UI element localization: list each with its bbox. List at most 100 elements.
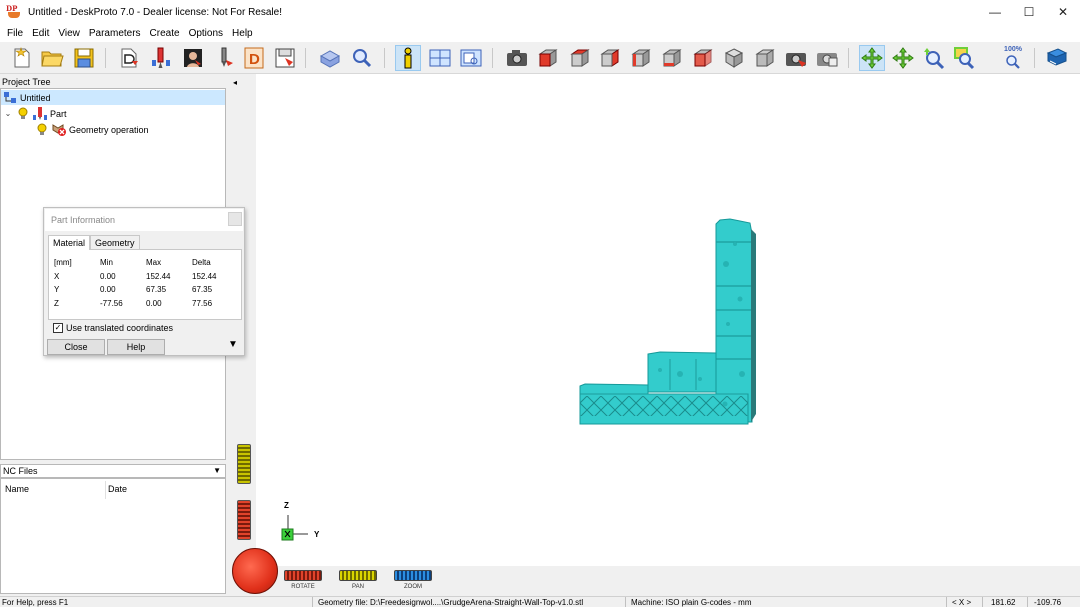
new-project-button[interactable] (9, 45, 35, 71)
tool-button[interactable] (211, 45, 237, 71)
menu-create[interactable]: Create (147, 28, 186, 39)
view-iso-icon (724, 48, 744, 68)
layout-icon (429, 49, 451, 67)
nc-column-name[interactable]: Name (5, 484, 29, 494)
camera-button[interactable] (504, 45, 530, 71)
pan-dial-label: PAN (352, 584, 364, 590)
status-coord-x: 181.62 (991, 598, 1016, 607)
rotate-dial[interactable] (284, 570, 322, 581)
tool-icon (221, 47, 233, 67)
menu-view[interactable]: View (55, 28, 86, 39)
view-front-button[interactable] (535, 45, 561, 71)
pan-dial[interactable] (339, 570, 377, 581)
row-min: 0.00 (100, 272, 116, 281)
close-dialog-button[interactable]: Close (47, 339, 105, 355)
axis-z-label: Z (284, 501, 289, 510)
zoom-window-button[interactable] (952, 45, 978, 71)
row-max: 67.35 (146, 285, 167, 294)
view-right-button[interactable] (597, 45, 623, 71)
expand-dialog-icon[interactable]: ▼ (228, 339, 238, 350)
zoom-tool-icon (924, 48, 945, 70)
zoom-part-button[interactable] (349, 45, 375, 71)
layout-button[interactable] (427, 45, 453, 71)
menu-edit[interactable]: Edit (29, 28, 55, 39)
print-button[interactable] (814, 45, 840, 71)
maximize-button[interactable]: ☐ (1012, 0, 1046, 24)
zoom-100-label: 100% (1004, 45, 1022, 53)
nc-files-header[interactable]: NC Files ▼ (0, 464, 226, 478)
vertical-rotate-dial[interactable] (237, 500, 251, 540)
drawing-button[interactable]: D (241, 45, 267, 71)
tab-geometry[interactable]: Geometry (90, 235, 140, 249)
snapshot-button[interactable] (783, 45, 809, 71)
view-top-button[interactable] (567, 45, 593, 71)
rotate-tool-button[interactable] (859, 45, 885, 71)
save-project-button[interactable] (71, 45, 97, 71)
expand-chevron-icon[interactable]: ⌄ (3, 109, 13, 118)
view-bottom-button[interactable] (659, 45, 685, 71)
nc-files-dropdown-icon[interactable]: ▼ (213, 465, 221, 477)
header-delta: Delta (192, 258, 211, 267)
menu-options[interactable]: Options (186, 28, 229, 39)
bitmap-icon (184, 49, 202, 67)
row-delta: 77.56 (192, 299, 213, 308)
save-project-icon (74, 48, 94, 68)
close-button[interactable]: ✕ (1046, 0, 1080, 24)
simulation-button[interactable] (317, 45, 343, 71)
tree-item-untitled[interactable]: Untitled (1, 90, 225, 105)
simulation-icon (319, 50, 341, 68)
menu-parameters[interactable]: Parameters (86, 28, 147, 39)
view-screen-icon (460, 49, 482, 67)
view-screen-button[interactable] (458, 45, 484, 71)
new-project-icon (14, 47, 30, 68)
vertical-pan-dial[interactable] (237, 444, 251, 484)
bitmap-button[interactable] (180, 45, 206, 71)
help-dialog-button[interactable]: Help (107, 339, 165, 355)
rotate-tool-icon (861, 47, 883, 69)
translated-coords-checkbox[interactable]: ✓ (53, 323, 63, 333)
deskproto-logo-icon: DP (6, 4, 22, 19)
tree-item-part[interactable]: ⌄ Part (3, 106, 67, 121)
view-back-icon (693, 49, 713, 67)
open-project-button[interactable] (39, 45, 65, 71)
tree-item-geometry-operation[interactable]: Geometry operation (35, 122, 149, 137)
status-axis-selector[interactable]: < X > (952, 598, 971, 607)
zoom-window-icon (954, 47, 975, 70)
view-back-button[interactable] (690, 45, 716, 71)
view-iso-button[interactable] (721, 45, 747, 71)
collapse-panel-icon[interactable]: ◂ (233, 78, 237, 87)
status-coord-y: -109.76 (1034, 598, 1062, 607)
view-right-icon (600, 49, 620, 67)
lightbulb-icon[interactable] (16, 107, 30, 120)
part-icon (33, 107, 47, 120)
nc-column-date[interactable]: Date (108, 484, 127, 494)
part-button[interactable] (148, 45, 174, 71)
menu-file[interactable]: File (4, 28, 29, 39)
help-book-icon (1046, 48, 1068, 66)
nc-files-list: Name Date (0, 478, 226, 594)
view-left-button[interactable] (628, 45, 654, 71)
load-geometry-button[interactable] (117, 45, 143, 71)
info-button[interactable] (395, 45, 421, 71)
snapshot-icon (786, 53, 806, 67)
pan-tool-button[interactable] (890, 45, 916, 71)
rotate-wheel-dial[interactable] (232, 548, 278, 594)
dialog-title[interactable]: Part Information (45, 209, 243, 231)
tab-material[interactable]: Material (48, 235, 91, 250)
dialog-close-icon[interactable] (228, 212, 242, 226)
zoom-tool-button[interactable] (922, 45, 948, 71)
zoom-100-icon (1006, 54, 1020, 69)
save-toolpath-icon (275, 48, 295, 68)
3d-viewport[interactable]: Z Y (230, 74, 1080, 596)
lightbulb-icon[interactable] (35, 123, 49, 136)
save-toolpath-button[interactable] (272, 45, 298, 71)
zoom-100-button[interactable]: 100% (1000, 45, 1026, 71)
row-min: 0.00 (100, 285, 116, 294)
load-geometry-icon (121, 48, 138, 68)
help-book-button[interactable] (1044, 45, 1070, 71)
minimize-button[interactable]: — (978, 0, 1012, 24)
menu-help[interactable]: Help (229, 28, 259, 39)
view-iso2-button[interactable] (752, 45, 778, 71)
zoom-dial[interactable] (394, 570, 432, 581)
print-icon (817, 53, 838, 67)
